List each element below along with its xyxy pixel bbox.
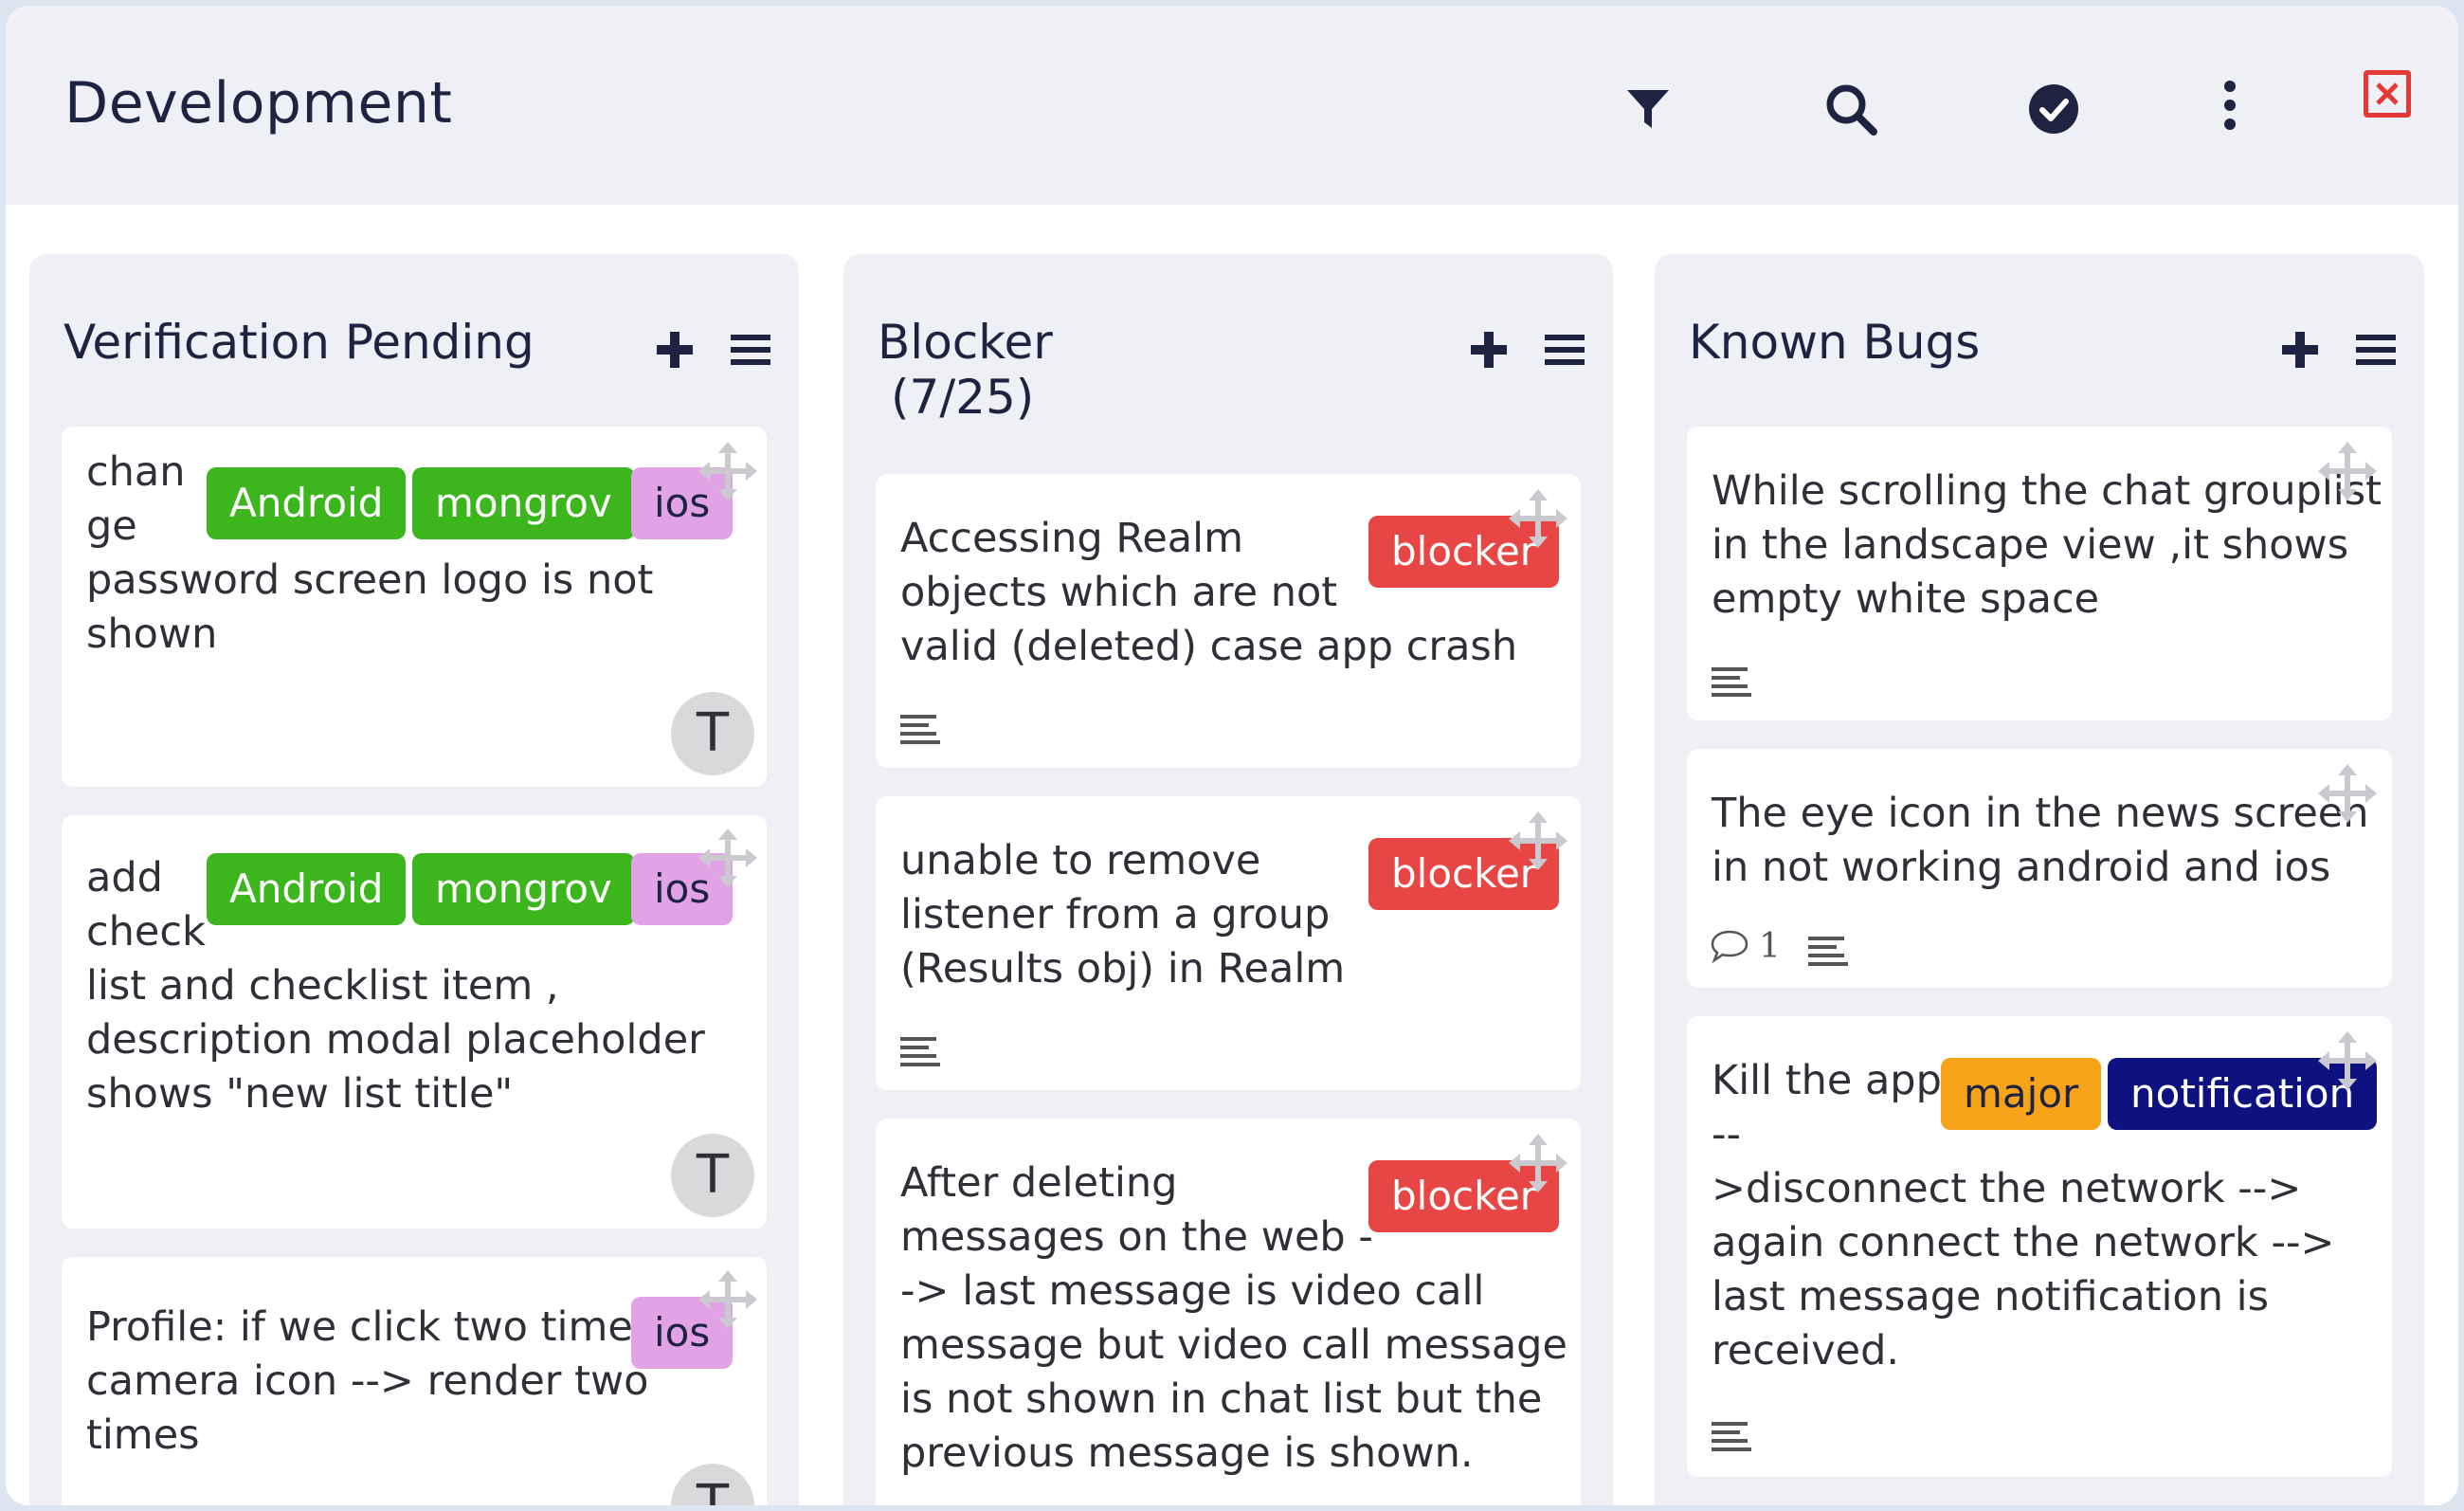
board-title: Development bbox=[64, 70, 453, 137]
card-title-line: Kill the app bbox=[1712, 1057, 1942, 1104]
task-card[interactable]: The eye icon in the news screen in not w… bbox=[1687, 749, 2392, 988]
card-title-line: listener from a group bbox=[900, 891, 1331, 938]
card-title-line: While scrolling the chat grouplist bbox=[1712, 467, 2382, 515]
card-title-line: messages on the web - bbox=[900, 1213, 1373, 1261]
card-title-line: -> last message is video call bbox=[900, 1267, 1485, 1315]
column-title: Known Bugs bbox=[1689, 315, 1981, 370]
label-tag: mongrov bbox=[412, 853, 635, 925]
task-card[interactable]: Accessing Realm objects which are not va… bbox=[876, 474, 1581, 768]
column-known-bugs: Known Bugs While scrolling the chat grou… bbox=[1655, 254, 2424, 1505]
card-title-line: last message notification is bbox=[1712, 1273, 2269, 1320]
check-circle-icon[interactable] bbox=[2020, 76, 2087, 142]
avatar[interactable]: T bbox=[671, 1464, 754, 1505]
move-icon[interactable] bbox=[1507, 810, 1569, 872]
add-card-icon[interactable] bbox=[2276, 326, 2324, 373]
label-tag: major bbox=[1941, 1058, 2102, 1130]
filter-icon[interactable] bbox=[1615, 76, 1681, 142]
move-icon[interactable] bbox=[1507, 487, 1569, 550]
card-title-line: again connect the network --> bbox=[1712, 1219, 2335, 1266]
card-title-line: in not working android and ios bbox=[1712, 844, 2331, 891]
card-title-line: shown bbox=[86, 610, 218, 658]
card-title-line: check bbox=[86, 908, 206, 956]
card-title-line: empty white space bbox=[1712, 575, 2100, 623]
description-icon bbox=[1712, 667, 1751, 697]
board-window: Development Verification Pending chan ge… bbox=[6, 6, 2458, 1505]
column-menu-icon[interactable] bbox=[727, 326, 774, 373]
column-blocker: Blocker (7/25) Accessing Realm objects w… bbox=[843, 254, 1613, 1505]
card-title-line: camera icon --> render two bbox=[86, 1357, 649, 1405]
column-title-line: Blocker bbox=[878, 315, 1053, 370]
more-vertical-icon[interactable] bbox=[2197, 72, 2263, 138]
card-title-line: Profile: if we click two time bbox=[86, 1303, 633, 1351]
card-title-line: After deleting bbox=[900, 1159, 1178, 1207]
column-title: Verification Pending bbox=[63, 315, 534, 370]
card-title-line: ge bbox=[86, 502, 137, 550]
comment-icon bbox=[1711, 930, 1748, 963]
task-card[interactable]: After deleting messages on the web - -> … bbox=[876, 1119, 1581, 1505]
task-card[interactable]: Kill the app -- >disconnect the network … bbox=[1687, 1016, 2392, 1477]
card-title-line: Accessing Realm bbox=[900, 515, 1243, 562]
avatar[interactable]: T bbox=[671, 1134, 754, 1217]
card-title-line: objects which are not bbox=[900, 569, 1338, 616]
card-title-line: add bbox=[86, 854, 163, 901]
label-tag: Android bbox=[207, 853, 407, 925]
close-button[interactable] bbox=[2364, 70, 2411, 118]
add-card-icon[interactable] bbox=[651, 326, 698, 373]
description-icon bbox=[900, 1037, 940, 1066]
column-verification-pending: Verification Pending chan ge password sc… bbox=[29, 254, 799, 1505]
move-icon[interactable] bbox=[2316, 440, 2379, 502]
task-card[interactable]: chan ge password screen logo is not show… bbox=[62, 427, 767, 787]
card-title-line: description modal placeholder bbox=[86, 1016, 705, 1064]
card-title-line: password screen logo is not bbox=[86, 556, 654, 604]
card-title-line: is not shown in chat list but the bbox=[900, 1375, 1543, 1423]
card-title-line: times bbox=[86, 1411, 200, 1459]
column-menu-icon[interactable] bbox=[1541, 326, 1588, 373]
column-count: (7/25) bbox=[891, 370, 1035, 425]
task-card[interactable]: While scrolling the chat grouplist in th… bbox=[1687, 427, 2392, 720]
card-title-line: previous message is shown. bbox=[900, 1429, 1474, 1477]
card-title-line: The eye icon in the news screen bbox=[1712, 790, 2369, 837]
move-icon[interactable] bbox=[2316, 1029, 2379, 1092]
move-icon[interactable] bbox=[697, 440, 759, 502]
card-title-line: unable to remove bbox=[900, 837, 1261, 884]
description-icon bbox=[1808, 937, 1848, 966]
move-icon[interactable] bbox=[1507, 1132, 1569, 1194]
search-icon[interactable] bbox=[1818, 76, 1884, 142]
card-title-line: (Results obj) in Realm bbox=[900, 945, 1346, 992]
task-card[interactable]: Profile: if we click two time camera ico… bbox=[62, 1257, 767, 1505]
move-icon[interactable] bbox=[697, 827, 759, 889]
task-card[interactable]: unable to remove listener from a group (… bbox=[876, 796, 1581, 1090]
move-icon[interactable] bbox=[2316, 762, 2379, 825]
description-icon bbox=[1712, 1422, 1751, 1451]
card-title-line: received. bbox=[1712, 1327, 1900, 1374]
label-tag: mongrov bbox=[412, 467, 635, 539]
card-title-line: list and checklist item , bbox=[86, 962, 559, 1010]
description-icon bbox=[900, 715, 940, 744]
card-title-line: >disconnect the network --> bbox=[1712, 1165, 2302, 1212]
card-title-line: in the landscape view ,it shows bbox=[1712, 521, 2349, 569]
column-title: Blocker (7/25) bbox=[878, 315, 1053, 425]
label-tag: Android bbox=[207, 467, 407, 539]
add-card-icon[interactable] bbox=[1465, 326, 1513, 373]
task-card[interactable]: add check list and checklist item , desc… bbox=[62, 815, 767, 1229]
card-title-line: message but video call message bbox=[900, 1321, 1567, 1369]
close-icon bbox=[2376, 82, 2399, 105]
card-title-line: chan bbox=[86, 448, 186, 496]
move-icon[interactable] bbox=[697, 1268, 759, 1331]
card-title-line: -- bbox=[1712, 1111, 1742, 1158]
card-title-line: valid (deleted) case app crash bbox=[900, 623, 1518, 670]
avatar[interactable]: T bbox=[671, 692, 754, 775]
board-header: Development bbox=[6, 6, 2458, 205]
card-title-line: shows "new list title" bbox=[86, 1070, 514, 1118]
column-menu-icon[interactable] bbox=[2352, 326, 2400, 373]
comment-count: 1 bbox=[1759, 927, 1781, 966]
